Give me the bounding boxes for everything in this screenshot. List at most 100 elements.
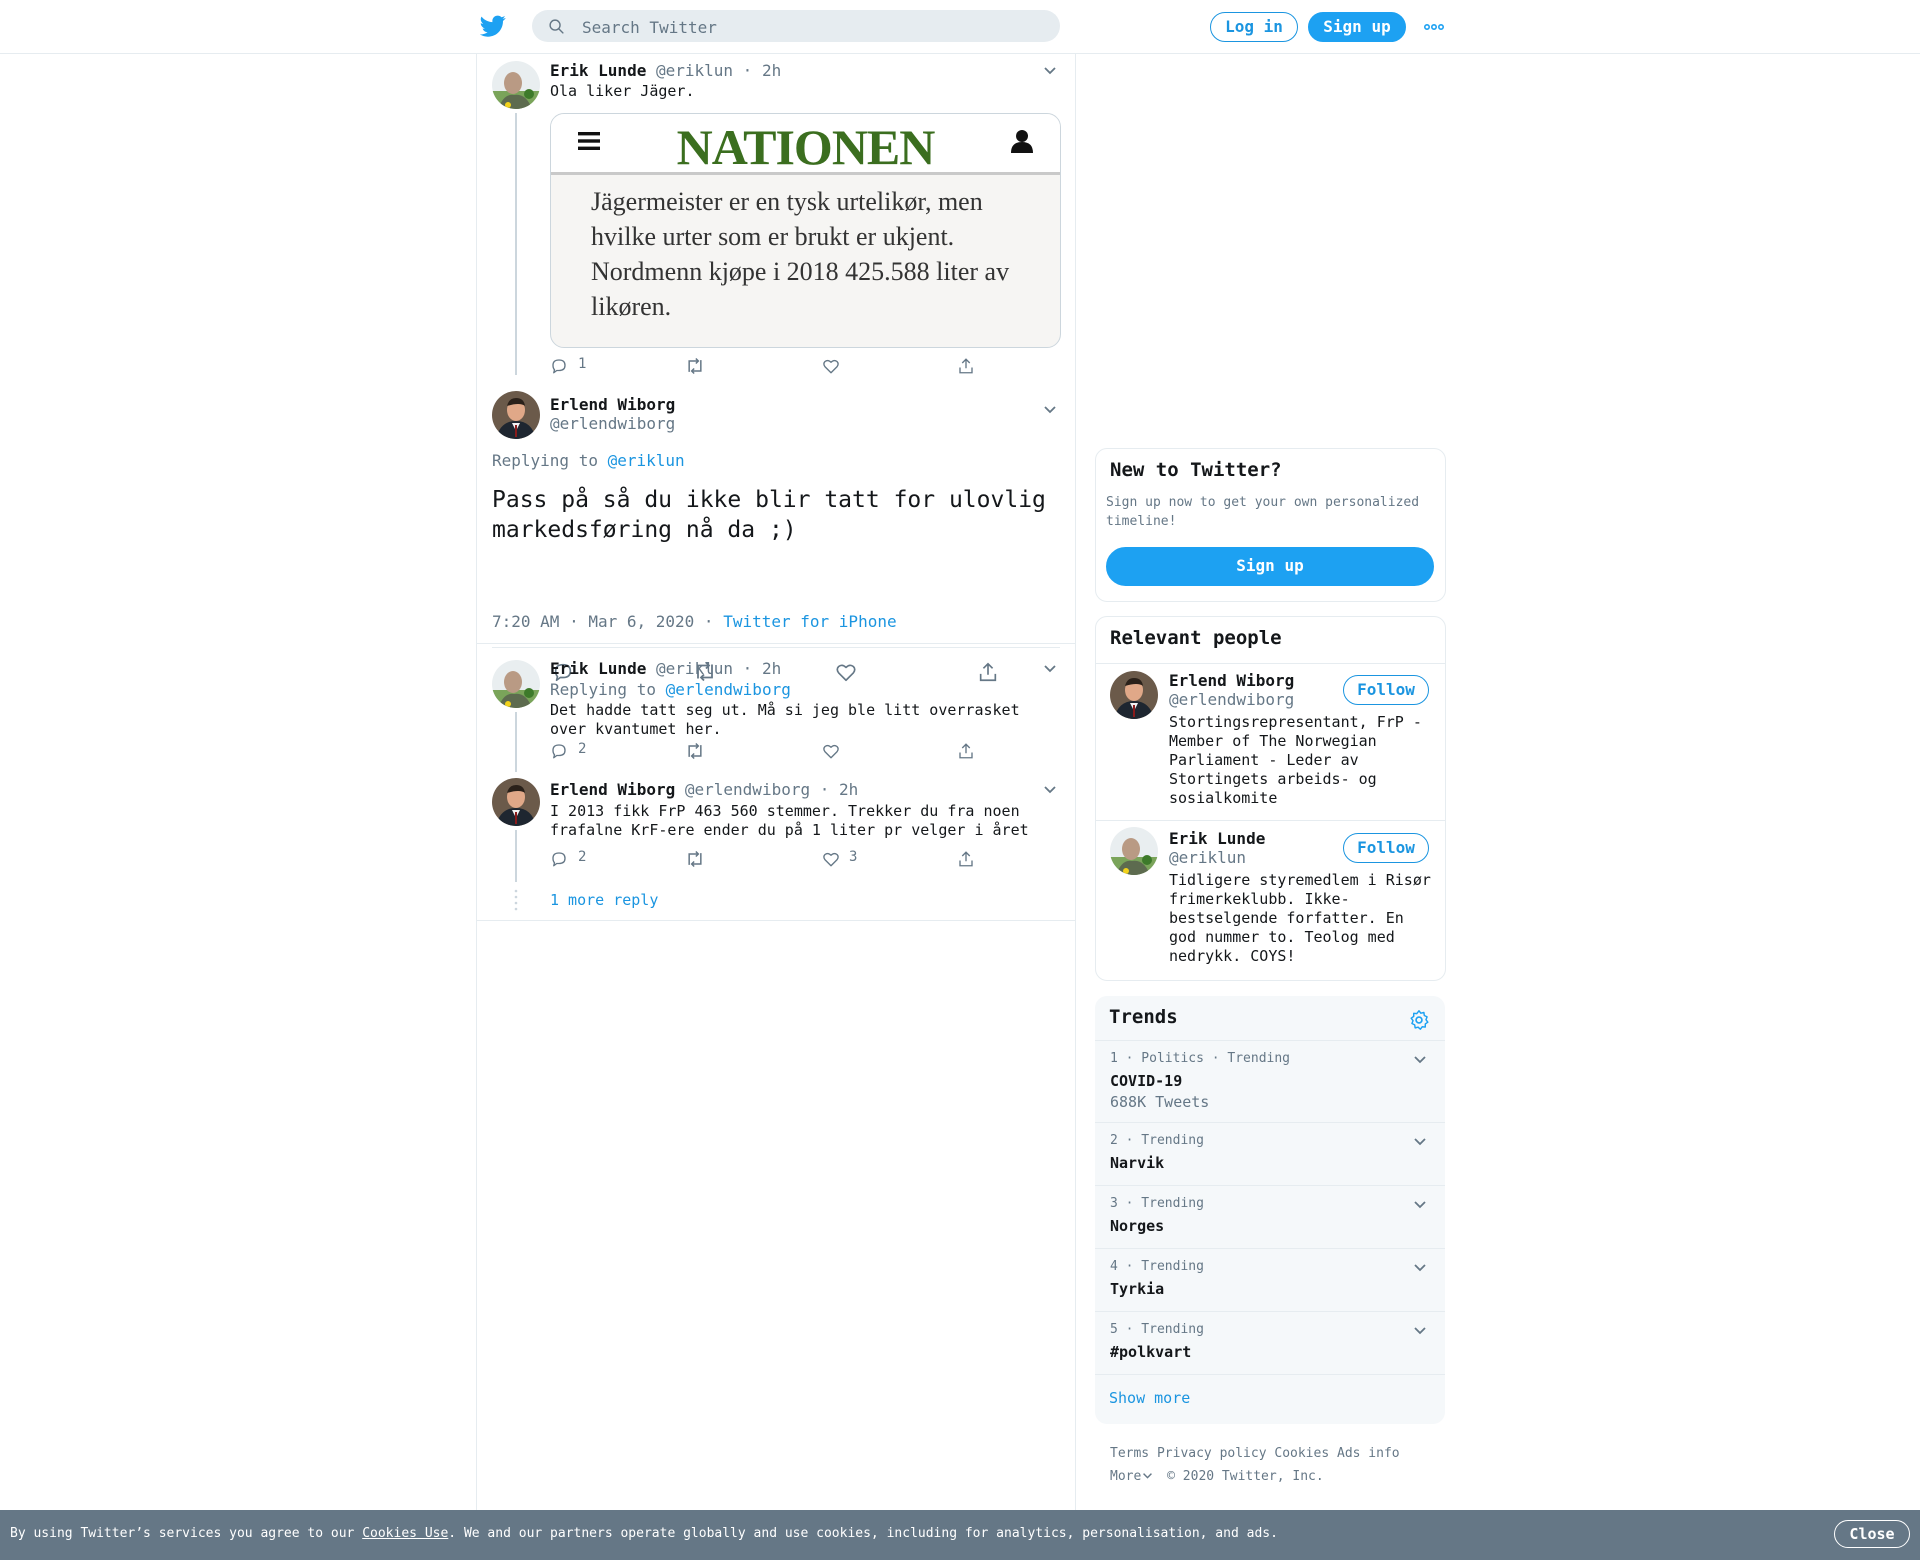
tweet-time[interactable]: · 2h: [743, 659, 782, 678]
person-name[interactable]: Erlend Wiborg: [1169, 671, 1294, 690]
new-to-twitter-card: New to Twitter? Sign up now to get your …: [1095, 448, 1446, 602]
avatar[interactable]: [1110, 671, 1158, 719]
signup-button[interactable]: Sign up: [1308, 12, 1406, 42]
chevron-down-icon[interactable]: [1413, 1055, 1427, 1065]
search-icon: [549, 19, 564, 34]
avatar[interactable]: [492, 391, 540, 439]
signup-button[interactable]: Sign up: [1106, 547, 1434, 586]
trend-name: #polkvart: [1110, 1343, 1192, 1361]
tweet-text: Ola liker Jäger.: [550, 82, 695, 100]
footer-link-cookies[interactable]: Cookies: [1274, 1446, 1329, 1461]
like-icon[interactable]: [822, 850, 840, 868]
footer-more-link[interactable]: More: [1110, 1469, 1161, 1484]
cookie-banner: By using Twitter’s services you agree to…: [0, 1510, 1920, 1560]
replying-to-label: Replying to: [550, 680, 656, 699]
avatar[interactable]: [492, 778, 540, 826]
retweet-icon[interactable]: [685, 357, 705, 375]
author-handle[interactable]: @eriklun: [656, 659, 733, 678]
trend-item[interactable]: 2 · Trending Narvik: [1095, 1122, 1445, 1186]
card-title: Relevant people: [1110, 627, 1282, 649]
chevron-down-icon[interactable]: [1413, 1263, 1427, 1273]
cookies-use-link[interactable]: Cookies Use: [362, 1526, 448, 1541]
trend-item[interactable]: 1 · Politics · Trending COVID-19 688K Tw…: [1095, 1040, 1445, 1123]
person-handle[interactable]: @erlendwiborg: [1169, 690, 1294, 709]
chevron-down-icon[interactable]: [1043, 664, 1057, 674]
author-handle[interactable]: @erlendwiborg: [550, 414, 675, 433]
footer-link-privacy[interactable]: Privacy policy: [1157, 1446, 1267, 1461]
trend-item[interactable]: 5 · Trending #polkvart: [1095, 1311, 1445, 1375]
cookie-text-before: By using Twitter’s services you agree to…: [10, 1526, 355, 1541]
retweet-icon[interactable]: [685, 742, 705, 760]
avatar[interactable]: [492, 61, 540, 109]
person-row[interactable]: Erlend Wiborg @erlendwiborg Follow Stort…: [1096, 664, 1445, 820]
tweet[interactable]: Erik Lunde @eriklun · 2h Ola liker Jäger…: [477, 53, 1075, 375]
replying-to-label: Replying to: [492, 451, 598, 470]
replying-to-link[interactable]: @eriklun: [608, 451, 685, 470]
trend-item[interactable]: 4 · Trending Tyrkia: [1095, 1248, 1445, 1312]
author-handle[interactable]: @eriklun: [656, 61, 733, 80]
tweet-time[interactable]: · 2h: [743, 61, 782, 80]
trend-name: Narvik: [1110, 1154, 1165, 1172]
avatar[interactable]: [492, 660, 540, 708]
more-replies-row[interactable]: 1 more reply: [477, 882, 1075, 920]
chevron-down-icon[interactable]: [1043, 405, 1057, 415]
like-icon[interactable]: [822, 357, 840, 375]
show-more-link[interactable]: Show more: [1109, 1389, 1190, 1407]
author-handle[interactable]: @erlendwiborg: [685, 780, 810, 799]
like-icon[interactable]: [822, 742, 840, 760]
show-more-row[interactable]: Show more: [1095, 1374, 1445, 1425]
author-name[interactable]: Erik Lunde: [550, 61, 646, 80]
person-bio: Tidligere styremedlem i Risør frimerkekl…: [1169, 871, 1431, 965]
reply-tweet[interactable]: Erik Lunde @eriklun · 2h Replying to @er…: [477, 644, 1075, 772]
more-options-icon[interactable]: [1424, 19, 1444, 35]
search-input[interactable]: [580, 10, 1044, 44]
footer-link-ads-info[interactable]: Ads info: [1337, 1446, 1400, 1461]
gear-icon[interactable]: [1408, 1009, 1430, 1031]
chevron-down-icon[interactable]: [1413, 1326, 1427, 1336]
reply-icon[interactable]: [550, 357, 568, 375]
trend-item[interactable]: 3 · Trending Norges: [1095, 1185, 1445, 1249]
tweet-source[interactable]: Twitter for iPhone: [723, 612, 896, 631]
sidebar-footer: Terms Privacy policy Cookies Ads info Mo…: [1110, 1442, 1440, 1488]
author-name[interactable]: Erlend Wiborg: [550, 395, 675, 414]
footer-link-terms[interactable]: Terms: [1110, 1446, 1149, 1461]
trend-meta: 2 · Trending: [1110, 1133, 1204, 1148]
author-name[interactable]: Erlend Wiborg: [550, 780, 675, 799]
card-excerpt: Jägermeister er en tysk urtelikør, men h…: [591, 187, 1010, 321]
card-description: Sign up now to get your own personalized…: [1106, 495, 1420, 529]
chevron-down-icon[interactable]: [1413, 1200, 1427, 1210]
trend-name: Tyrkia: [1110, 1280, 1165, 1298]
follow-button[interactable]: Follow: [1343, 833, 1429, 863]
share-icon[interactable]: [957, 742, 975, 760]
person-row[interactable]: Erik Lunde @eriklun Follow Tidligere sty…: [1096, 821, 1445, 979]
more-replies-link[interactable]: 1 more reply: [550, 891, 658, 909]
twitter-logo-icon[interactable]: [480, 13, 506, 39]
reply-icon[interactable]: [550, 742, 568, 760]
thread-line: [515, 113, 517, 375]
trends-title: Trends: [1109, 1006, 1178, 1028]
share-icon[interactable]: [957, 357, 975, 375]
retweet-icon[interactable]: [685, 850, 705, 868]
follow-button[interactable]: Follow: [1343, 675, 1429, 705]
chevron-down-icon[interactable]: [1413, 1137, 1427, 1147]
link-card[interactable]: NATIONEN Jägermeister er en tysk urtelik…: [550, 113, 1061, 348]
like-count: 3: [849, 849, 858, 865]
author-name[interactable]: Erik Lunde: [550, 659, 646, 678]
avatar[interactable]: [1110, 827, 1158, 875]
chevron-down-icon[interactable]: [1043, 66, 1057, 76]
tweet-timestamp[interactable]: 7:20 AM · Mar 6, 2020 ·: [492, 612, 714, 631]
close-button[interactable]: Close: [1834, 1520, 1910, 1548]
footer-more-label: More: [1110, 1469, 1142, 1484]
tweet-time[interactable]: · 2h: [820, 780, 859, 799]
trend-name: COVID-19: [1110, 1072, 1183, 1090]
person-name[interactable]: Erik Lunde: [1169, 829, 1265, 848]
reply-tweet[interactable]: Erlend Wiborg @erlendwiborg · 2h I 2013 …: [477, 772, 1075, 882]
search-box[interactable]: [532, 10, 1060, 44]
login-button[interactable]: Log in: [1210, 12, 1298, 42]
share-icon[interactable]: [957, 850, 975, 868]
reply-icon[interactable]: [550, 850, 568, 868]
chevron-down-icon: [1143, 1473, 1153, 1479]
chevron-down-icon[interactable]: [1043, 785, 1057, 795]
replying-to-link[interactable]: @erlendwiborg: [666, 680, 791, 699]
person-handle[interactable]: @eriklun: [1169, 848, 1246, 867]
